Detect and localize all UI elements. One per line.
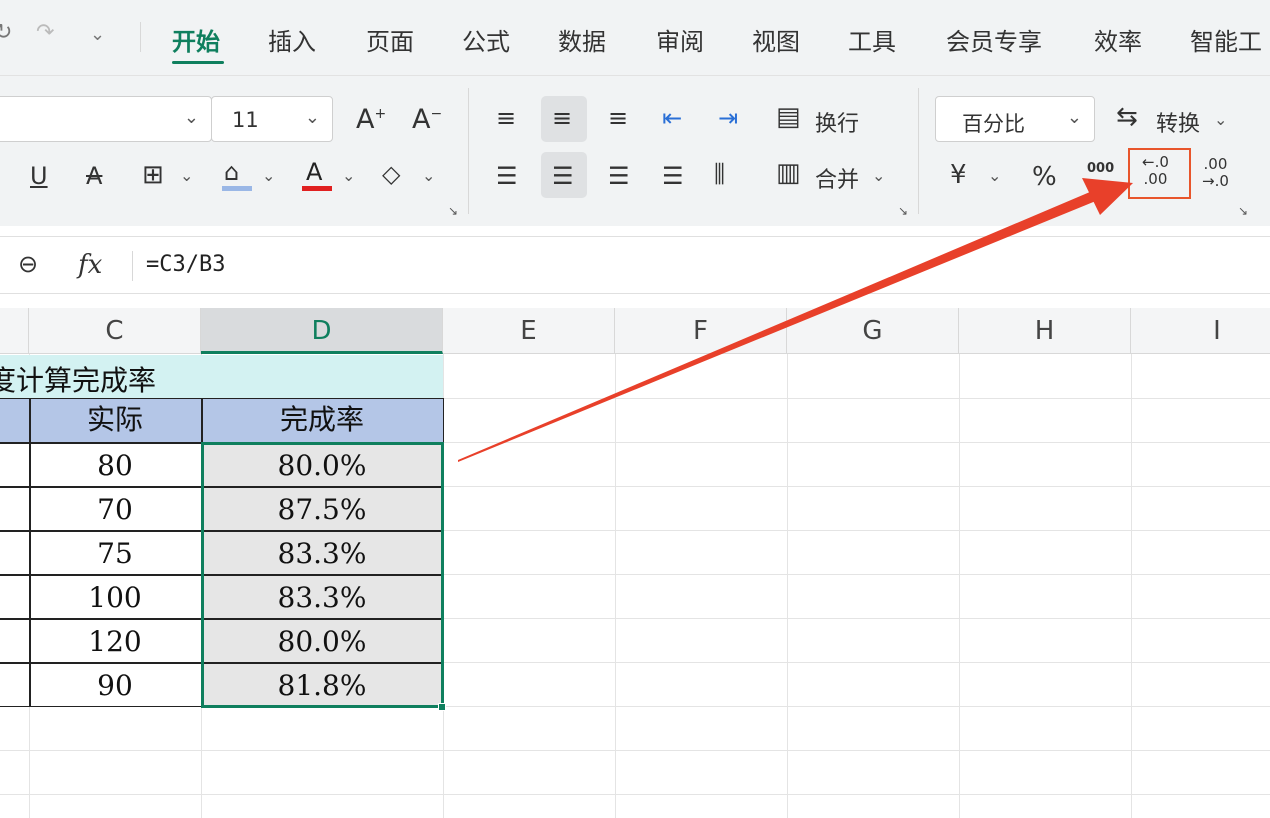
underline-icon[interactable]: U [30, 164, 48, 188]
currency-icon[interactable]: ¥ [950, 162, 967, 188]
tab-home[interactable]: 开始 [172, 22, 220, 57]
align-center-icon[interactable]: ☰ [552, 164, 574, 188]
chevron-down-icon[interactable]: ⌄ [1067, 107, 1082, 128]
tab-review[interactable]: 审阅 [656, 22, 704, 57]
column-header-partial[interactable] [0, 308, 29, 354]
chevron-down-icon[interactable]: ⌄ [90, 24, 105, 45]
tab-data[interactable]: 数据 [558, 22, 606, 57]
decrease-decimal-icon: ←.0.00 [1142, 153, 1169, 188]
eraser-icon[interactable]: ◇ [382, 162, 400, 186]
comma-icon: , [1097, 175, 1102, 190]
group-divider [918, 88, 919, 214]
chevron-down-icon[interactable]: ⌄ [872, 168, 885, 184]
chevron-down-icon[interactable]: ⌄ [1214, 112, 1227, 128]
selection-outline [201, 442, 444, 708]
align-middle-icon[interactable]: ≡ [552, 106, 572, 130]
indent-icon[interactable]: ⇥ [718, 106, 738, 130]
menu-divider [140, 22, 141, 52]
tab-page[interactable]: 页面 [366, 22, 414, 57]
tab-view[interactable]: 视图 [752, 22, 800, 57]
number-format-combo[interactable]: 百分比 ⌄ [935, 96, 1095, 142]
gridline [0, 794, 1270, 795]
column-header-e[interactable]: E [443, 308, 615, 354]
column-header-f[interactable]: F [615, 308, 787, 354]
column-header-i[interactable]: I [1131, 308, 1270, 354]
chevron-down-icon[interactable]: ⌄ [342, 168, 355, 184]
tab-member[interactable]: 会员专享 [946, 22, 1042, 57]
tab-tools[interactable]: 工具 [848, 22, 896, 57]
chevron-down-icon[interactable]: ⌄ [305, 107, 320, 128]
distributed-icon[interactable]: ⫼ [714, 162, 725, 186]
increase-font-icon[interactable]: A+ [356, 106, 386, 133]
decrease-decimal-button[interactable]: ←.0.00 [1128, 148, 1191, 199]
ribbon: ⌄ 11 ⌄ A+ A− U A ⊞ ⌄ ⌂ ⌄ A ⌄ ◇ ⌄ ↘ ≡ ≡ ≡… [0, 76, 1270, 226]
convert-label[interactable]: 转换 [1156, 106, 1200, 138]
thousands-separator-icon[interactable]: 000 [1087, 162, 1114, 175]
table-border [29, 398, 31, 707]
group-divider [468, 88, 469, 214]
gridline [615, 354, 616, 818]
merge-label[interactable]: 合并 [815, 162, 859, 194]
fill-color-icon[interactable]: ⌂ [224, 160, 239, 184]
number-format-value: 百分比 [962, 112, 1025, 136]
menu-bar: ↻ ↷ ⌄ 开始 插入 页面 公式 数据 审阅 视图 工具 会员专享 效率 智能… [0, 0, 1270, 76]
formula-input[interactable]: =C3/B3 [146, 252, 225, 277]
justify-icon[interactable]: ☰ [662, 164, 684, 188]
tab-insert[interactable]: 插入 [268, 22, 316, 57]
chevron-down-icon[interactable]: ⌄ [422, 168, 435, 184]
decrease-font-icon[interactable]: A− [412, 106, 442, 133]
column-header-c[interactable]: C [29, 308, 201, 354]
chevron-down-icon[interactable]: ⌄ [988, 168, 1001, 184]
strikethrough-icon[interactable]: A [86, 164, 102, 188]
percent-icon[interactable]: % [1032, 164, 1057, 190]
tab-smart-tools[interactable]: 智能工 [1190, 22, 1262, 57]
align-top-icon[interactable]: ≡ [496, 106, 516, 130]
font-size-value: 11 [232, 108, 259, 132]
chevron-down-icon[interactable]: ⌄ [180, 168, 193, 184]
border-icon[interactable]: ⊞ [142, 162, 164, 188]
redo-disabled-icon[interactable]: ↷ [36, 20, 54, 45]
font-dialog-launcher-icon[interactable]: ↘ [448, 204, 458, 218]
outdent-icon[interactable]: ⇤ [662, 106, 682, 130]
column-header-d[interactable]: D [201, 308, 443, 354]
wrap-text-icon[interactable]: ▤ [776, 104, 801, 130]
tab-formula[interactable]: 公式 [462, 22, 510, 57]
increase-decimal-icon[interactable]: .00 →.0 [1202, 156, 1229, 189]
column-headers: C D E F G H I [0, 308, 1270, 354]
font-size-combo[interactable]: 11 ⌄ [211, 96, 333, 142]
gridline [787, 354, 788, 818]
fx-label[interactable]: fx [78, 252, 102, 278]
gridline [0, 750, 1270, 751]
active-tab-indicator [172, 61, 224, 64]
formula-divider [132, 251, 133, 281]
chevron-down-icon[interactable]: ⌄ [184, 107, 199, 128]
fill-color-swatch [222, 186, 252, 191]
fill-handle[interactable] [438, 703, 446, 711]
align-bottom-icon[interactable]: ≡ [608, 106, 628, 130]
table-title-cell[interactable]: 度计算完成率 [0, 355, 443, 398]
gridline [959, 354, 960, 818]
merge-icon[interactable]: ▥ [776, 160, 801, 186]
gridline [1131, 354, 1132, 818]
number-dialog-launcher-icon[interactable]: ↘ [1238, 204, 1248, 218]
formula-bar: ⊖ fx =C3/B3 [0, 236, 1270, 294]
column-header-g[interactable]: G [787, 308, 959, 354]
align-right-icon[interactable]: ☰ [608, 164, 630, 188]
table-title: 度计算完成率 [0, 364, 157, 397]
font-name-combo[interactable]: ⌄ [0, 96, 212, 142]
align-left-icon[interactable]: ☰ [496, 164, 518, 188]
wrap-text-label[interactable]: 换行 [815, 106, 859, 138]
chevron-down-icon[interactable]: ⌄ [262, 168, 275, 184]
zoom-icon[interactable]: ⊖ [18, 252, 38, 276]
column-header-h[interactable]: H [959, 308, 1131, 354]
font-color-swatch [302, 186, 332, 191]
redo-icon[interactable]: ↻ [0, 20, 12, 45]
tab-efficiency[interactable]: 效率 [1094, 22, 1142, 57]
alignment-dialog-launcher-icon[interactable]: ↘ [898, 204, 908, 218]
font-color-icon[interactable]: A [306, 160, 322, 184]
convert-icon[interactable]: ⇆ [1116, 104, 1138, 130]
